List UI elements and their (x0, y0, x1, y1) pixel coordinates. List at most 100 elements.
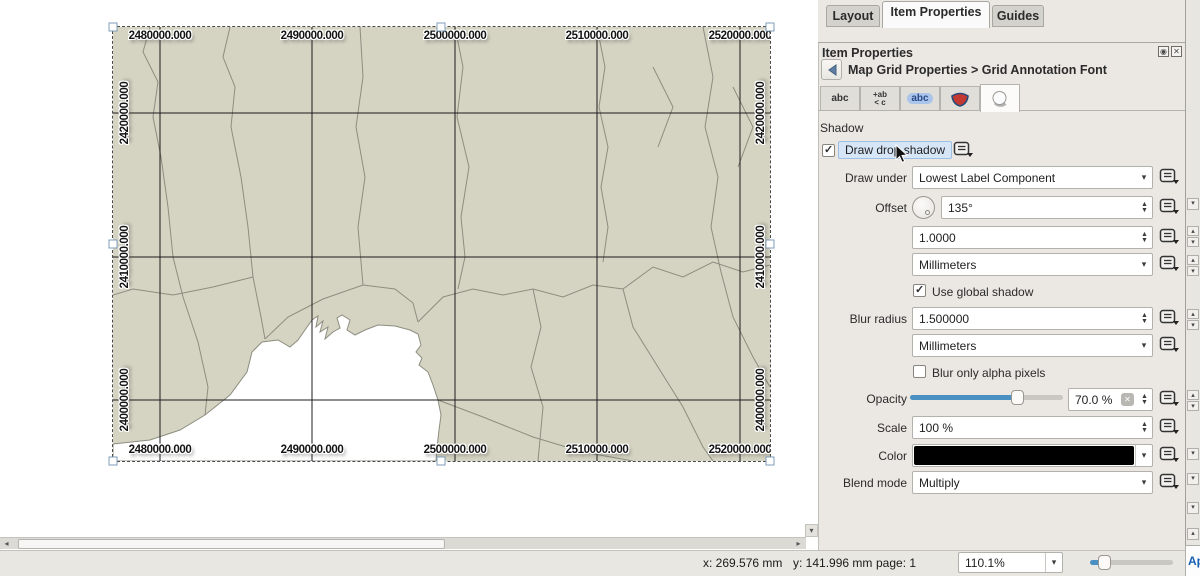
grid-label: 2490000.000 (281, 30, 344, 42)
offset-angle-dial[interactable] (912, 196, 935, 219)
data-defined-override-button[interactable] (1159, 228, 1181, 246)
selection-handle[interactable] (109, 240, 118, 249)
blur-alpha-checkbox[interactable] (913, 365, 926, 378)
spin-arrows-icon[interactable]: ▲▼ (1137, 308, 1152, 329)
selection-handle[interactable] (766, 457, 775, 466)
draw-under-value: Lowest Label Component (919, 171, 1136, 185)
subtab-text[interactable]: abc (820, 86, 860, 111)
scroll-right-icon[interactable]: ▸ (792, 538, 805, 550)
spin-arrows-icon[interactable]: ▲▼ (1137, 389, 1152, 410)
cropped-widget-fragment: ▾ (1187, 266, 1199, 276)
subtab-formatting[interactable]: +ab< c (860, 86, 900, 111)
blur-alpha-label[interactable]: Blur only alpha pixels (932, 366, 1045, 380)
data-defined-override-button[interactable] (1159, 309, 1181, 327)
grid-label: 2410000.000 (755, 226, 767, 289)
cropped-widget-fragment: ▾ (1187, 198, 1199, 210)
blend-mode-value: Multiply (919, 476, 1136, 490)
cropped-window-strip (1185, 0, 1200, 576)
float-panel-icon[interactable]: ◉ (1158, 46, 1169, 57)
data-defined-override-button[interactable] (1159, 168, 1181, 186)
blur-units-combobox[interactable]: Millimeters ▾ (912, 334, 1153, 357)
status-page: page: 1 (876, 556, 916, 570)
blur-radius-spinbox[interactable]: 1.500000 ▲▼ (912, 307, 1153, 330)
grid-label: 2520000.000 (709, 30, 770, 42)
grid-label: 2420000.000 (119, 82, 131, 145)
data-defined-override-button[interactable] (1159, 418, 1181, 436)
selection-handle[interactable] (109, 457, 118, 466)
data-defined-override-button[interactable] (1159, 390, 1181, 408)
cropped-widget-fragment: ▾ (1187, 401, 1199, 411)
data-defined-override-button[interactable] (1159, 473, 1181, 491)
back-arrow-icon (827, 64, 837, 76)
horizontal-scrollbar[interactable]: ◂ ▸ (0, 537, 806, 549)
offset-angle-value: 135° (948, 201, 1137, 215)
breadcrumb: Map Grid Properties > Grid Annotation Fo… (848, 63, 1107, 77)
color-button[interactable]: ▾ (912, 444, 1153, 467)
data-defined-override-button[interactable] (1159, 198, 1181, 216)
grid-label: 2420000.000 (755, 82, 767, 145)
chevron-down-icon: ▾ (1136, 259, 1152, 270)
back-button[interactable] (821, 59, 842, 80)
selection-handle[interactable] (766, 23, 775, 32)
tab-guides[interactable]: Guides (992, 5, 1044, 27)
cropped-widget-fragment: ▴ (1187, 255, 1199, 265)
text-tab-icon: abc (831, 93, 848, 104)
cropped-widget-fragment: ▾ (1187, 502, 1199, 514)
selection-handle[interactable] (766, 240, 775, 249)
spin-arrows-icon[interactable]: ▲▼ (1137, 417, 1152, 438)
chevron-down-icon: ▾ (1136, 340, 1152, 351)
draw-drop-shadow-checkbox[interactable] (822, 144, 835, 157)
shadow-section-label: Shadow (820, 121, 863, 135)
data-defined-override-button[interactable] (1159, 255, 1181, 273)
opacity-label: Opacity (818, 392, 907, 406)
opacity-value: 70.0 % (1075, 393, 1121, 407)
clear-icon[interactable]: ✕ (1121, 393, 1134, 406)
close-panel-icon[interactable]: ✕ (1171, 46, 1182, 57)
blend-mode-label: Blend mode (818, 476, 907, 490)
data-defined-override-button[interactable] (1159, 446, 1181, 464)
use-global-shadow-checkbox[interactable] (913, 284, 926, 297)
chevron-down-icon[interactable]: ▾ (1045, 553, 1062, 572)
zoom-slider-handle[interactable] (1098, 555, 1111, 570)
offset-label: Offset (818, 201, 907, 215)
offset-angle-spinbox[interactable]: 135° ▲▼ (941, 196, 1153, 219)
grid-label: 2520000.000 (709, 444, 770, 456)
opacity-slider-handle[interactable] (1011, 390, 1024, 405)
map-item[interactable]: 2480000.000 2490000.000 2500000.000 2510… (113, 27, 770, 461)
subtab-shadow[interactable] (980, 84, 1020, 112)
layout-canvas[interactable]: 2480000.000 2490000.000 2500000.000 2510… (0, 0, 818, 550)
draw-under-label: Draw under (818, 171, 907, 185)
scale-spinbox[interactable]: 100 % ▲▼ (912, 416, 1153, 439)
subtab-background[interactable] (940, 86, 980, 111)
scale-value: 100 % (919, 421, 1137, 435)
draw-under-combobox[interactable]: Lowest Label Component ▾ (912, 166, 1153, 189)
spin-arrows-icon[interactable]: ▲▼ (1137, 197, 1152, 218)
blend-mode-combobox[interactable]: Multiply ▾ (912, 471, 1153, 494)
tab-layout[interactable]: Layout (826, 5, 880, 27)
opacity-spinbox[interactable]: 70.0 % ✕ ▲▼ (1068, 388, 1153, 411)
opacity-slider[interactable] (910, 395, 1063, 400)
subtab-buffer[interactable]: abc (900, 86, 940, 111)
selection-handle[interactable] (437, 457, 446, 466)
use-global-shadow-label[interactable]: Use global shadow (932, 285, 1033, 299)
chevron-down-icon[interactable]: ▾ (1135, 445, 1152, 466)
spin-arrows-icon[interactable]: ▲▼ (1137, 227, 1152, 248)
scroll-down-icon[interactable]: ▾ (805, 524, 818, 537)
selection-handle[interactable] (437, 23, 446, 32)
data-defined-override-button[interactable] (1159, 336, 1181, 354)
mouse-cursor (895, 144, 909, 164)
grid-label: 2490000.000 (281, 444, 344, 456)
tab-item-properties[interactable]: Item Properties (882, 1, 990, 28)
offset-distance-spinbox[interactable]: 1.0000 ▲▼ (912, 226, 1153, 249)
offset-units-combobox[interactable]: Millimeters ▾ (912, 253, 1153, 276)
horizontal-scrollbar-thumb[interactable] (18, 539, 445, 549)
scroll-left-icon[interactable]: ◂ (0, 538, 13, 550)
status-y-coordinate: y: 141.996 mm (793, 556, 872, 570)
selection-handle[interactable] (109, 23, 118, 32)
data-defined-override-button[interactable] (953, 141, 975, 159)
offset-units-value: Millimeters (919, 258, 1136, 272)
blur-units-value: Millimeters (919, 339, 1136, 353)
grid-label: 2480000.000 (129, 444, 192, 456)
zoom-level-combobox[interactable]: 110.1% ▾ (958, 552, 1063, 573)
zoom-level-value: 110.1% (965, 556, 1045, 570)
